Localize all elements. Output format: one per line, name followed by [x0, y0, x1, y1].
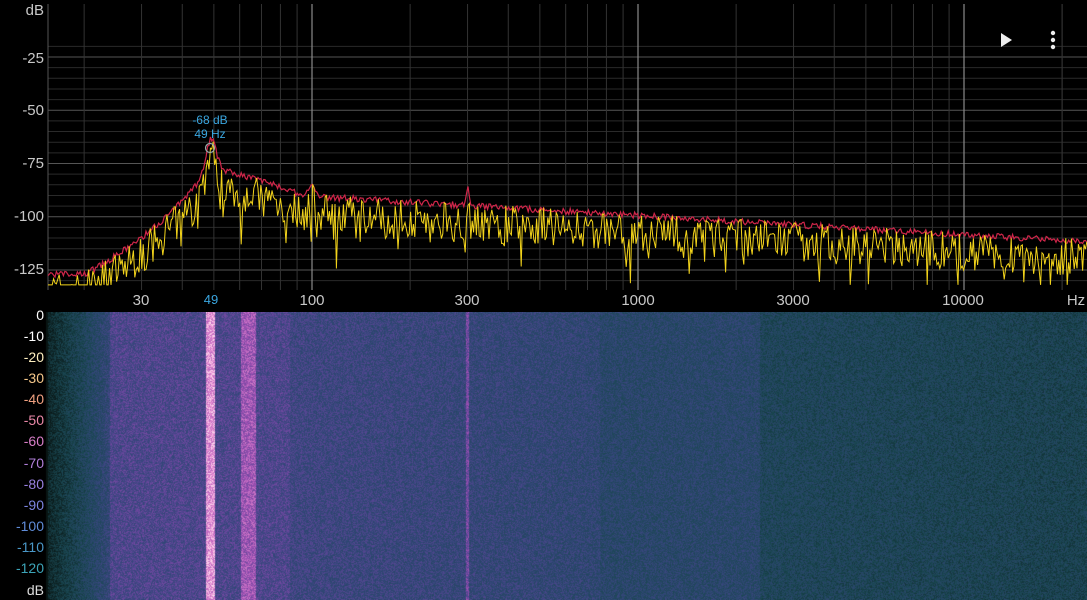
- peak-db-label: -68 dB: [192, 113, 228, 127]
- y-tick-label: -75: [22, 155, 44, 172]
- scale-label: -40: [23, 391, 44, 407]
- scale-label: -70: [23, 455, 44, 471]
- y-tick-label: -25: [22, 50, 44, 67]
- x-tick-label: 1000: [621, 292, 655, 309]
- x-tick-label: 10000: [942, 292, 984, 309]
- x-tick-label: 300: [454, 292, 480, 309]
- x-tick-label: 3000: [776, 292, 810, 309]
- scale-label: -120: [15, 560, 44, 576]
- more-vert-icon: [1050, 30, 1056, 50]
- play-icon: [1001, 33, 1012, 47]
- y-tick-label: -125: [13, 261, 44, 278]
- peak-frequency-axis-label: 49: [203, 292, 219, 307]
- scale-label: -90: [23, 497, 44, 513]
- overflow-menu-button[interactable]: [1040, 26, 1066, 54]
- y-unit-label: dB: [25, 2, 44, 19]
- scale-label: -30: [23, 370, 44, 386]
- scale-label: -60: [23, 433, 44, 449]
- scale-label: 0: [36, 307, 44, 323]
- spectrogram-waterfall[interactable]: [0, 312, 1087, 600]
- scale-label: -10: [23, 328, 44, 344]
- scale-label: -50: [23, 412, 44, 428]
- scale-label: -100: [15, 518, 44, 534]
- x-unit-label: Hz: [1066, 292, 1086, 309]
- scale-label: -20: [23, 349, 44, 365]
- spectrum-plot[interactable]: [0, 0, 1087, 312]
- scale-label: -110: [17, 539, 44, 555]
- peak-hz-label: 49 Hz: [194, 127, 226, 141]
- peak-readout: -68 dB 49 Hz: [180, 113, 240, 141]
- scale-label: -80: [23, 476, 44, 492]
- x-tick-label: 100: [299, 292, 325, 309]
- play-button[interactable]: [992, 26, 1020, 54]
- x-tick-label: 30: [132, 292, 150, 309]
- y-tick-label: -50: [22, 102, 44, 119]
- y-tick-label: -100: [13, 208, 44, 225]
- scale-unit-label: dB: [26, 582, 44, 598]
